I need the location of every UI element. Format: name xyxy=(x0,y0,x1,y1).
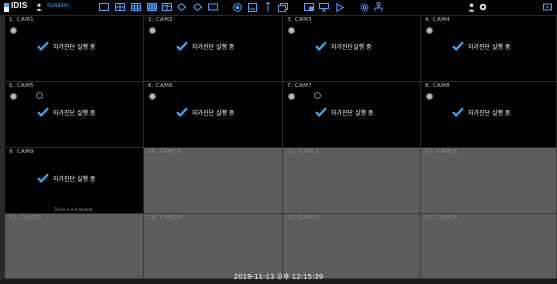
self-diagnosis-status: 자가진단 실행 중 xyxy=(37,41,95,51)
check-icon xyxy=(176,107,188,117)
camera-tile[interactable]: 10. CAM10 xyxy=(144,148,283,214)
top-toolbar: IDIS Solution xyxy=(0,0,557,16)
camera-label: 13. CAM13 xyxy=(9,215,42,221)
status-text: 자가진단 실행 중 xyxy=(331,109,374,117)
camera-tile[interactable]: 1. CAM1 자가진단 실행 중 xyxy=(5,16,144,82)
check-icon xyxy=(315,107,327,117)
status-text: 자가진단 실행 중 xyxy=(468,43,511,51)
check-icon xyxy=(315,41,327,51)
fullscreen-icon[interactable] xyxy=(208,2,218,12)
camera-tile[interactable]: 3. CAM3 자가진단실행 중 xyxy=(283,16,421,82)
camera-label: 10. CAM10 xyxy=(148,149,181,155)
settings-icon[interactable] xyxy=(360,2,369,12)
camera-label: 4. CAM4 xyxy=(425,17,450,23)
logo-mark xyxy=(4,3,9,12)
status-text: 자가진단 실행 중 xyxy=(192,43,235,51)
status-text: 자가진단실행 중 xyxy=(331,43,372,51)
self-diagnosis-status: 자가진단 실행 중 xyxy=(452,41,510,51)
info-icon[interactable] xyxy=(479,2,487,12)
check-icon xyxy=(176,41,188,51)
self-diagnosis-status: 자가진단 실행 중 xyxy=(176,41,234,51)
motion-event-icon xyxy=(36,92,43,99)
check-icon xyxy=(37,41,49,51)
check-icon xyxy=(452,41,464,51)
check-icon xyxy=(37,173,49,183)
self-diagnosis-status: 자가진단 실행 중 xyxy=(37,107,95,117)
self-diagnosis-status: 자가진단실행 중 xyxy=(315,41,372,51)
view-4-icon[interactable] xyxy=(115,2,125,12)
status-text: 자가진단 실행 중 xyxy=(53,109,96,117)
export-icon[interactable] xyxy=(248,2,257,12)
camera-tile[interactable]: 6. CAM6 자가진단 실행 중 xyxy=(144,82,283,148)
play-icon[interactable] xyxy=(336,2,344,12)
self-diagnosis-status: 자가진단 실행 중 xyxy=(452,107,510,117)
camera-tile[interactable]: 5. CAM5 자가진단 실행 중 xyxy=(5,82,144,148)
status-bar: 2019-11-13 오후 12:15:39 xyxy=(0,270,557,284)
recording-status-icon xyxy=(426,27,433,34)
camera-tile[interactable]: 8. CAM8 자가진단 실행 중 xyxy=(421,82,557,148)
camera-label: 7. CAM7 xyxy=(287,83,312,89)
camera-label: 14. CAM14 xyxy=(148,215,181,221)
camera-label: 11. CAM11 xyxy=(287,149,320,155)
camera-label: 1. CAM1 xyxy=(9,17,34,23)
camera-tile[interactable]: 11. CAM11 xyxy=(283,148,421,214)
sequence-icon[interactable] xyxy=(278,2,288,12)
camera-label: 3. CAM3 xyxy=(287,17,312,23)
recording-status-icon xyxy=(288,27,295,34)
camera-label: 16. CAM16 xyxy=(425,215,458,221)
recording-status-icon xyxy=(10,27,17,34)
search-icon[interactable] xyxy=(265,2,271,12)
record-icon[interactable] xyxy=(233,2,242,12)
self-diagnosis-status: 자가진단 실행 중 xyxy=(176,107,234,117)
network-icon[interactable] xyxy=(374,2,383,12)
recording-status-icon xyxy=(426,93,433,100)
recording-status-icon xyxy=(149,93,156,100)
camera-label: 15. CAM15 xyxy=(287,215,320,221)
camera-tile[interactable]: 12. CAM12 xyxy=(421,148,557,214)
camera-grid: 1. CAM1 자가진단 실행 중 2. CAM2 자가진단 실행 중 3. CAM3 자… xyxy=(5,16,557,279)
status-text: 자가진단 실행 중 xyxy=(192,109,235,117)
camera-tile[interactable]: 7. CAM7 자가진단 실행 중 xyxy=(283,82,421,148)
camera-tile[interactable]: 4. CAM4 자가진단 실행 중 xyxy=(421,16,557,82)
recording-status-icon xyxy=(10,93,17,100)
app-logo: IDIS xyxy=(11,1,28,10)
zoom-icon[interactable] xyxy=(319,2,329,12)
motion-event-icon xyxy=(314,92,321,99)
view-1-icon[interactable] xyxy=(99,2,109,12)
status-text: 자가진단 실행 중 xyxy=(53,175,96,183)
camera-label: 8. CAM8 xyxy=(425,83,450,89)
self-diagnosis-status: 자가진단 실행 중 xyxy=(315,107,373,117)
next-group-icon[interactable] xyxy=(193,2,202,12)
view-9-icon[interactable] xyxy=(131,2,141,12)
recording-status-icon xyxy=(288,93,295,100)
camera-label: 5. CAM5 xyxy=(9,83,34,89)
camera-tile[interactable]: 9. CAM9 자가진단 실행 중 Drive is not loaded. xyxy=(5,148,144,214)
recording-status-icon xyxy=(149,27,156,34)
custom-layout-icon[interactable] xyxy=(162,2,172,12)
capture-icon[interactable] xyxy=(304,2,314,12)
tile-footer-message: Drive is not loaded. xyxy=(54,207,94,212)
view-16-icon[interactable] xyxy=(147,2,157,12)
self-diagnosis-status: 자가진단 실행 중 xyxy=(37,173,95,183)
camera-tile[interactable]: 2. CAM2 자가진단 실행 중 xyxy=(144,16,283,82)
status-text: 자가진단 실행 중 xyxy=(53,43,96,51)
check-icon xyxy=(37,107,49,117)
brand-name: Solution xyxy=(47,3,69,9)
camera-label: 12. CAM12 xyxy=(425,149,458,155)
status-text: 자가진단 실행 중 xyxy=(468,109,511,117)
user-icon[interactable] xyxy=(468,2,475,12)
camera-label: 2. CAM2 xyxy=(148,17,173,23)
datetime-display: 2019-11-13 오후 12:15:39 xyxy=(233,273,324,281)
check-icon xyxy=(452,107,464,117)
camera-label: 9. CAM9 xyxy=(9,149,34,155)
prev-group-icon[interactable] xyxy=(177,2,186,12)
exit-icon[interactable] xyxy=(543,2,552,12)
user-profile-icon[interactable] xyxy=(36,2,42,12)
camera-label: 6. CAM6 xyxy=(148,83,173,89)
